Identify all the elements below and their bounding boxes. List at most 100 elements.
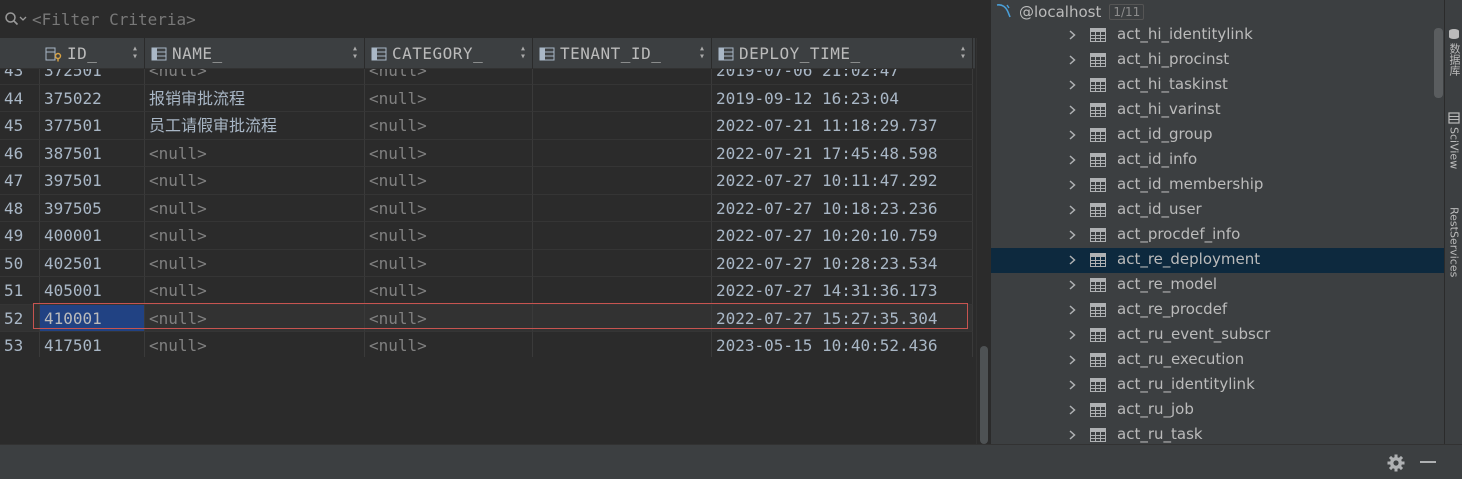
cell-name[interactable]: <null> (145, 139, 365, 167)
filter-bar[interactable]: <Filter Criteria> (0, 0, 990, 38)
cell-category[interactable]: <null> (365, 249, 533, 277)
table-row[interactable]: 47 397501 <null> <null> 2022-07-27 10:11:47.… (0, 167, 973, 195)
cell-name[interactable]: 员工请假审批流程 (145, 112, 365, 140)
chevron-right-icon[interactable] (1066, 429, 1078, 441)
cell-name[interactable]: <null> (145, 249, 365, 277)
chevron-right-icon[interactable] (1066, 79, 1078, 91)
column-header-deploy-time[interactable]: DEPLOY_TIME_ ▴ ▾ (712, 38, 973, 69)
chevron-right-icon[interactable] (1066, 104, 1078, 116)
row-number[interactable]: 53 (0, 332, 40, 357)
cell-tenant[interactable] (533, 277, 712, 305)
column-header-category[interactable]: CATEGORY_ ▴ ▾ (365, 38, 533, 69)
cell-id[interactable]: 397501 (40, 167, 145, 195)
chevron-right-icon[interactable] (1066, 54, 1078, 66)
tree-scrollbar-thumb[interactable] (1434, 28, 1443, 98)
table-row[interactable]: 46 387501 <null> <null> 2022-07-21 17:45:48.… (0, 139, 973, 167)
row-number[interactable]: 51 (0, 277, 40, 305)
cell-deploy[interactable]: 2022-07-27 14:31:36.173 (712, 277, 973, 305)
cell-tenant[interactable] (533, 112, 712, 140)
minimize-icon[interactable] (1420, 461, 1436, 463)
cell-tenant[interactable] (533, 139, 712, 167)
table-node-act-id-group[interactable]: act_id_group (991, 123, 1444, 148)
cell-tenant[interactable] (533, 304, 712, 332)
cell-category[interactable]: <null> (365, 222, 533, 250)
tab-sciview[interactable]: SciView (1445, 112, 1462, 169)
chevron-right-icon[interactable] (1066, 204, 1078, 216)
cell-name[interactable]: <null> (145, 222, 365, 250)
cell-id[interactable]: 410001 (40, 304, 145, 332)
sort-arrows-icon[interactable]: ▴ ▾ (131, 44, 139, 62)
table-node-act-hi-taskinst[interactable]: act_hi_taskinst (991, 73, 1444, 98)
cell-category[interactable]: <null> (365, 194, 533, 222)
cell-id[interactable]: 405001 (40, 277, 145, 305)
cell-id[interactable]: 402501 (40, 249, 145, 277)
cell-name[interactable]: <null> (145, 69, 365, 85)
chevron-right-icon[interactable] (1066, 129, 1078, 141)
chevron-right-icon[interactable] (1066, 229, 1078, 241)
grid-vertical-scrollbar[interactable] (976, 38, 990, 444)
table-node-act-id-membership[interactable]: act_id_membership (991, 173, 1444, 198)
row-number[interactable]: 46 (0, 139, 40, 167)
sort-arrows-icon[interactable]: ▴ ▾ (959, 44, 967, 62)
cell-deploy[interactable]: 2019-07-06 21:02:47 (712, 69, 973, 85)
cell-tenant[interactable] (533, 222, 712, 250)
schema-count-badge[interactable]: 1/11 (1109, 4, 1145, 20)
chevron-right-icon[interactable] (1066, 254, 1078, 266)
cell-category[interactable]: <null> (365, 139, 533, 167)
cell-id[interactable]: 375022 (40, 84, 145, 112)
cell-id[interactable]: 372501 (40, 69, 145, 85)
chevron-right-icon[interactable] (1066, 154, 1078, 166)
sort-arrows-icon[interactable]: ▴ ▾ (698, 44, 706, 62)
cell-deploy[interactable]: 2022-07-27 10:28:23.534 (712, 249, 973, 277)
cell-name[interactable]: <null> (145, 167, 365, 195)
table-node-act-procdef-info[interactable]: act_procdef_info (991, 223, 1444, 248)
chevron-right-icon[interactable] (1066, 329, 1078, 341)
table-row[interactable]: 52 410001 <null> <null> 2022-07-27 15:27:35.… (0, 304, 973, 332)
cell-name[interactable]: <null> (145, 194, 365, 222)
cell-category[interactable]: <null> (365, 84, 533, 112)
cell-tenant[interactable] (533, 84, 712, 112)
row-number[interactable]: 49 (0, 222, 40, 250)
cell-category[interactable]: <null> (365, 112, 533, 140)
cell-category[interactable]: <null> (365, 332, 533, 357)
table-node-act-hi-identitylink[interactable]: act_hi_identitylink (991, 23, 1444, 48)
chevron-right-icon[interactable] (1066, 379, 1078, 391)
chevron-right-icon[interactable] (1066, 279, 1078, 291)
table-node-act-ru-identitylink[interactable]: act_ru_identitylink (991, 373, 1444, 398)
cell-name[interactable]: 报销审批流程 (145, 84, 365, 112)
cell-tenant[interactable] (533, 332, 712, 357)
cell-name[interactable]: <null> (145, 304, 365, 332)
row-number[interactable]: 45 (0, 112, 40, 140)
cell-category[interactable]: <null> (365, 69, 533, 85)
sort-arrows-icon[interactable]: ▴ ▾ (519, 44, 527, 62)
tab-restservices[interactable]: RestServices (1445, 204, 1462, 277)
table-row[interactable]: 51 405001 <null> <null> 2022-07-27 14:31:36.… (0, 277, 973, 305)
filter-search-icon[interactable] (4, 9, 32, 29)
table-node-act-id-info[interactable]: act_id_info (991, 148, 1444, 173)
row-number[interactable]: 43 (0, 69, 40, 85)
cell-id[interactable]: 397505 (40, 194, 145, 222)
cell-id[interactable]: 377501 (40, 112, 145, 140)
table-node-act-re-model[interactable]: act_re_model (991, 273, 1444, 298)
cell-tenant[interactable] (533, 167, 712, 195)
chevron-right-icon[interactable] (1066, 179, 1078, 191)
cell-deploy[interactable]: 2022-07-27 10:20:10.759 (712, 222, 973, 250)
table-node-act-hi-varinst[interactable]: act_hi_varinst (991, 98, 1444, 123)
table-node-act-hi-procinst[interactable]: act_hi_procinst (991, 48, 1444, 73)
cell-deploy[interactable]: 2022-07-27 15:27:35.304 (712, 304, 973, 332)
chevron-right-icon[interactable] (1066, 354, 1078, 366)
cell-deploy[interactable]: 2019-09-12 16:23:04 (712, 84, 973, 112)
table-row[interactable]: 50 402501 <null> <null> 2022-07-27 10:28:23.… (0, 249, 973, 277)
chevron-right-icon[interactable] (1066, 304, 1078, 316)
table-row[interactable]: 49 400001 <null> <null> 2022-07-27 10:20:10.… (0, 222, 973, 250)
table-row[interactable]: 53 417501 <null> <null> 2023-05-15 10:40:52.… (0, 332, 973, 357)
connection-node[interactable]: @localhost 1/11 (995, 2, 1145, 22)
column-header-tenant-id[interactable]: TENANT_ID_ ▴ ▾ (533, 38, 712, 69)
cell-tenant[interactable] (533, 194, 712, 222)
cell-name[interactable]: <null> (145, 277, 365, 305)
filter-criteria-input[interactable]: <Filter Criteria> (32, 10, 196, 29)
table-node-act-ru-execution[interactable]: act_ru_execution (991, 348, 1444, 373)
grid-scroll-thumb[interactable] (980, 346, 988, 444)
column-header-name[interactable]: NAME_ ▴ ▾ (145, 38, 365, 69)
cell-deploy[interactable]: 2022-07-21 11:18:29.737 (712, 112, 973, 140)
